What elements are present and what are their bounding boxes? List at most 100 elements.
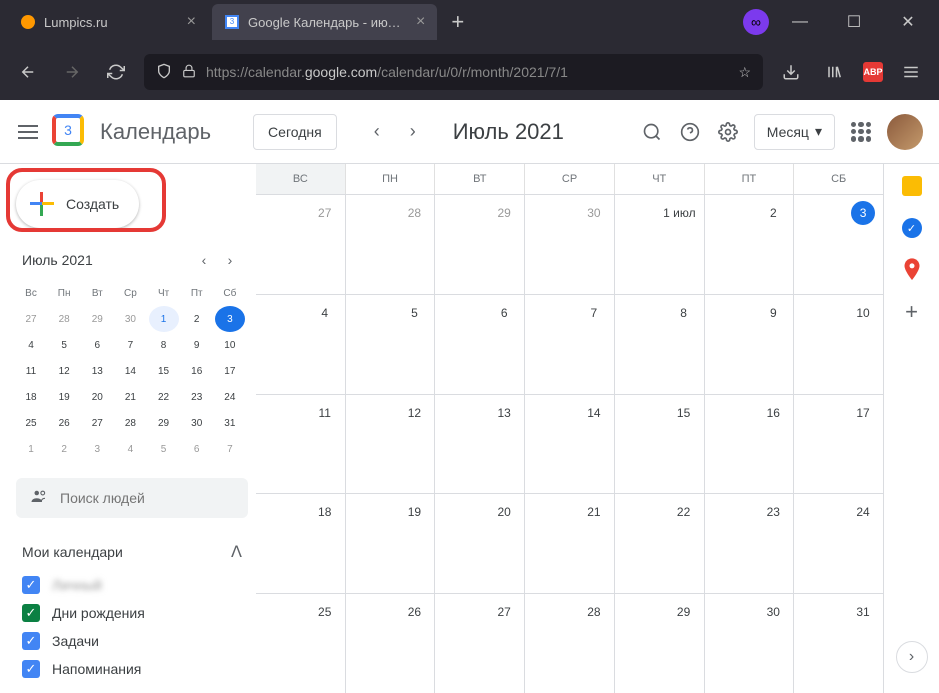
day-cell[interactable]: 1 июл — [614, 195, 704, 294]
mini-day[interactable]: 29 — [149, 410, 179, 436]
day-cell[interactable]: 9 — [704, 295, 794, 394]
day-cell[interactable]: 2 — [704, 195, 794, 294]
calendar-item[interactable]: ✓Задачи — [22, 632, 248, 650]
checkbox[interactable]: ✓ — [22, 576, 40, 594]
mini-next-button[interactable]: › — [218, 248, 242, 272]
mini-day[interactable]: 18 — [16, 384, 46, 410]
close-window-button[interactable]: ✕ — [885, 2, 931, 42]
day-cell[interactable]: 6 — [434, 295, 524, 394]
mini-day[interactable]: 14 — [115, 358, 145, 384]
mini-day[interactable]: 1 — [16, 436, 46, 462]
day-cell[interactable]: 26 — [345, 594, 435, 693]
mini-day[interactable]: 31 — [215, 410, 245, 436]
today-button[interactable]: Сегодня — [253, 114, 337, 150]
minimize-button[interactable]: — — [777, 2, 823, 42]
day-cell[interactable]: 23 — [704, 494, 794, 593]
checkbox[interactable]: ✓ — [22, 660, 40, 678]
mini-day[interactable]: 30 — [115, 306, 145, 332]
mini-day[interactable]: 15 — [149, 358, 179, 384]
day-cell[interactable]: 8 — [614, 295, 704, 394]
search-people-input[interactable] — [60, 490, 241, 506]
prev-month-button[interactable]: ‹ — [361, 116, 393, 148]
mini-day[interactable]: 7 — [215, 436, 245, 462]
mini-day[interactable]: 13 — [82, 358, 112, 384]
mini-day[interactable]: 9 — [182, 332, 212, 358]
mini-day[interactable]: 2 — [49, 436, 79, 462]
mini-day[interactable]: 25 — [16, 410, 46, 436]
next-month-button[interactable]: › — [397, 116, 429, 148]
browser-tab-active[interactable]: 3 Google Календарь - июль 2021 × — [212, 4, 437, 40]
mini-day[interactable]: 24 — [215, 384, 245, 410]
calendar-item[interactable]: ✓Дни рождения — [22, 604, 248, 622]
day-cell[interactable]: 27 — [256, 195, 345, 294]
mini-day[interactable]: 19 — [49, 384, 79, 410]
mini-day[interactable]: 4 — [16, 332, 46, 358]
day-cell[interactable]: 10 — [793, 295, 883, 394]
mini-day[interactable]: 5 — [149, 436, 179, 462]
mini-day[interactable]: 26 — [49, 410, 79, 436]
day-cell[interactable]: 31 — [793, 594, 883, 693]
view-selector[interactable]: Месяц▾ — [754, 114, 835, 150]
day-cell[interactable]: 29 — [434, 195, 524, 294]
main-menu-icon[interactable] — [16, 120, 40, 144]
search-people-field[interactable] — [16, 478, 248, 518]
day-cell[interactable]: 24 — [793, 494, 883, 593]
browser-tab[interactable]: Lumpics.ru × — [8, 4, 208, 40]
mini-day[interactable]: 11 — [16, 358, 46, 384]
mini-day[interactable]: 27 — [16, 306, 46, 332]
day-cell[interactable]: 11 — [256, 395, 345, 494]
day-cell[interactable]: 28 — [345, 195, 435, 294]
mini-day[interactable]: 23 — [182, 384, 212, 410]
day-cell[interactable]: 19 — [345, 494, 435, 593]
new-tab-button[interactable]: + — [441, 9, 474, 35]
mini-day[interactable]: 6 — [82, 332, 112, 358]
search-icon[interactable] — [640, 120, 664, 144]
settings-icon[interactable] — [716, 120, 740, 144]
shield-icon[interactable] — [156, 63, 172, 82]
maximize-button[interactable]: ☐ — [831, 2, 877, 42]
tasks-icon[interactable] — [902, 218, 922, 238]
mini-day[interactable]: 10 — [215, 332, 245, 358]
mini-day[interactable]: 28 — [115, 410, 145, 436]
day-cell[interactable]: 21 — [524, 494, 614, 593]
mini-day[interactable]: 17 — [215, 358, 245, 384]
day-cell[interactable]: 13 — [434, 395, 524, 494]
keep-icon[interactable] — [902, 176, 922, 196]
mini-day[interactable]: 20 — [82, 384, 112, 410]
create-button[interactable]: Создать — [16, 180, 139, 228]
day-cell[interactable]: 12 — [345, 395, 435, 494]
day-cell[interactable]: 28 — [524, 594, 614, 693]
add-panel-icon[interactable]: + — [902, 302, 922, 322]
mini-day[interactable]: 8 — [149, 332, 179, 358]
mini-day[interactable]: 5 — [49, 332, 79, 358]
mini-day[interactable]: 29 — [82, 306, 112, 332]
private-mode-icon[interactable]: ∞ — [743, 9, 769, 35]
abp-icon[interactable]: ABP — [863, 62, 883, 82]
download-icon[interactable] — [775, 56, 807, 88]
mini-day[interactable]: 28 — [49, 306, 79, 332]
day-cell[interactable]: 25 — [256, 594, 345, 693]
day-cell[interactable]: 30 — [704, 594, 794, 693]
lock-icon[interactable] — [182, 64, 196, 81]
mini-day[interactable]: 3 — [215, 306, 245, 332]
mini-day[interactable]: 6 — [182, 436, 212, 462]
day-cell[interactable]: 29 — [614, 594, 704, 693]
close-tab-icon[interactable]: × — [416, 13, 425, 31]
user-avatar[interactable] — [887, 114, 923, 150]
day-cell[interactable]: 20 — [434, 494, 524, 593]
day-cell[interactable]: 17 — [793, 395, 883, 494]
day-cell[interactable]: 14 — [524, 395, 614, 494]
back-button[interactable] — [12, 56, 44, 88]
day-cell[interactable]: 15 — [614, 395, 704, 494]
close-tab-icon[interactable]: × — [187, 13, 196, 31]
bookmark-icon[interactable]: ☆ — [738, 64, 751, 81]
menu-icon[interactable] — [895, 56, 927, 88]
mini-day[interactable]: 27 — [82, 410, 112, 436]
my-calendars-toggle[interactable]: Мои календари ᐱ — [16, 538, 248, 566]
calendar-item[interactable]: ✓Напоминания — [22, 660, 248, 678]
mini-day[interactable]: 4 — [115, 436, 145, 462]
day-cell[interactable]: 16 — [704, 395, 794, 494]
checkbox[interactable]: ✓ — [22, 632, 40, 650]
day-cell[interactable]: 5 — [345, 295, 435, 394]
mini-prev-button[interactable]: ‹ — [192, 248, 216, 272]
